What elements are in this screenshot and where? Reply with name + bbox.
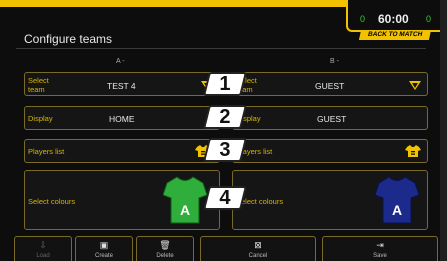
window-edge xyxy=(440,0,447,261)
cancel-icon: ⊠ xyxy=(254,240,262,250)
display-right[interactable]: Display GUEST xyxy=(232,106,428,130)
select-team-left[interactable]: Select team TEST 4 xyxy=(24,72,220,96)
callout-badge-3: 3 xyxy=(203,138,247,162)
app-frame: 0 60:00 0 BACK TO MATCH Configure teams … xyxy=(0,0,440,261)
shirt-letter: A xyxy=(392,202,402,218)
save-icon: ⇥ xyxy=(376,240,384,250)
delete-button[interactable]: 🗑 Delete xyxy=(136,236,194,261)
dropdown-arrow-icon xyxy=(409,81,421,90)
players-list-label: Players list xyxy=(28,147,65,156)
load-button[interactable]: ⇩ Load xyxy=(14,236,72,261)
divider xyxy=(16,48,426,49)
players-list-left[interactable]: Players list xyxy=(24,139,220,163)
page-title: Configure teams xyxy=(24,32,113,46)
load-icon: ⇩ xyxy=(39,240,47,250)
column-header-right: B - xyxy=(330,58,339,65)
save-button[interactable]: ⇥ Save xyxy=(322,236,438,261)
match-time: 60:00 xyxy=(378,12,409,26)
select-colours-left[interactable]: Select colours A xyxy=(24,170,220,230)
display-value-left: HOME xyxy=(109,114,135,124)
display-value-right: GUEST xyxy=(317,114,347,124)
select-colours-right[interactable]: Select colours A xyxy=(232,170,428,230)
column-header-left: A - xyxy=(116,58,125,65)
callout-badge-4: 4 xyxy=(203,186,247,210)
back-to-match-button[interactable]: BACK TO MATCH xyxy=(358,30,432,40)
select-team-label: Select team xyxy=(28,76,49,94)
create-icon: ▣ xyxy=(99,240,109,250)
create-button[interactable]: ▣ Create xyxy=(75,236,133,261)
trash-icon: 🗑 xyxy=(159,240,171,250)
team-shirt-icon: A xyxy=(375,176,419,224)
display-left[interactable]: Display HOME xyxy=(24,106,220,130)
callout-badge-2: 2 xyxy=(203,105,247,129)
select-team-right[interactable]: Select team GUEST xyxy=(232,72,428,96)
team-value-left: TEST 4 xyxy=(107,81,136,91)
shirt-letter: A xyxy=(180,202,190,218)
team-shirt-icon: A xyxy=(163,176,207,224)
team-value-right: GUEST xyxy=(315,81,345,91)
callout-badge-1: 1 xyxy=(203,72,247,96)
footer-toolbar: ⇩ Load ▣ Create 🗑 Delete ⊠ Cancel ⇥ Save xyxy=(0,236,440,261)
shirt-list-icon xyxy=(405,145,421,157)
select-colours-label: Select colours xyxy=(28,197,76,206)
scoreboard: 0 60:00 0 xyxy=(346,0,440,32)
display-label: Display xyxy=(28,114,53,123)
left-score: 0 xyxy=(360,14,366,24)
right-score: 0 xyxy=(426,14,432,24)
players-list-right[interactable]: Players list xyxy=(232,139,428,163)
cancel-button[interactable]: ⊠ Cancel xyxy=(200,236,316,261)
